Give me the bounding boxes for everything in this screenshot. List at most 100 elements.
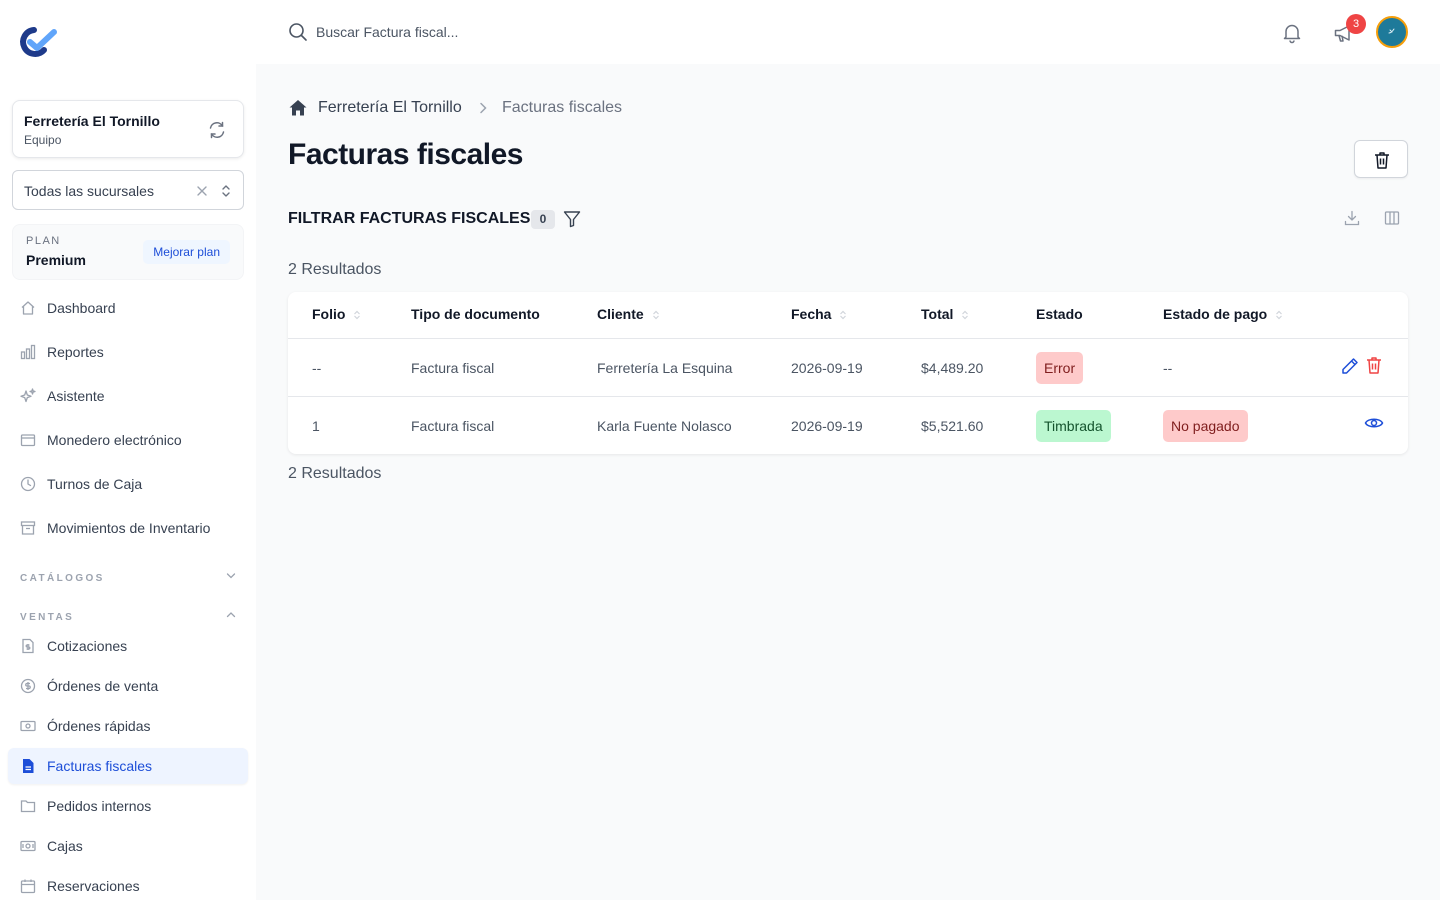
breadcrumb-current: Facturas fiscales	[502, 99, 623, 116]
document-dollar-icon	[22, 638, 34, 654]
page-title: Facturas fiscales	[288, 138, 523, 171]
sidebar-item-label: Reportes	[47, 344, 104, 360]
calendar-icon	[20, 879, 36, 894]
column-header-cliente[interactable]: Cliente	[597, 306, 660, 322]
cell-folio: 1	[312, 418, 320, 434]
section-label: VENTAS	[20, 612, 75, 623]
notification-badge: 3	[1346, 14, 1366, 34]
cell-tipo: Factura fiscal	[411, 360, 495, 376]
invoices-table: Folio Tipo de documento Cliente Fecha To…	[288, 292, 1408, 454]
status-badge: Error	[1036, 352, 1084, 384]
breadcrumb-root[interactable]: Ferretería El Tornillo	[318, 99, 462, 117]
section-catalogos[interactable]: CATÁLOGOS	[20, 568, 242, 584]
sidebar-item-label: Órdenes de venta	[47, 678, 159, 694]
sidebar-item-dashboard[interactable]: Dashboard	[8, 290, 248, 326]
sidebar-item-pedidos-internos[interactable]: Pedidos internos	[8, 788, 248, 824]
cell-estado-pago: --	[1163, 360, 1173, 376]
sidebar-item-label: Pedidos internos	[47, 798, 152, 814]
sidebar-item-reservaciones[interactable]: Reservaciones	[8, 868, 248, 900]
download-icon[interactable]	[1344, 210, 1360, 226]
column-header-folio[interactable]: Folio	[312, 306, 361, 322]
sidebar-item-movimientos-inventario[interactable]: Movimientos de Inventario	[8, 510, 248, 546]
branch-select[interactable]: Todas las sucursales	[12, 170, 244, 210]
sidebar-item-turnos-caja[interactable]: Turnos de Caja	[8, 466, 248, 502]
cell-total: $4,489.20	[921, 360, 984, 376]
sidebar-item-label: Dashboard	[47, 300, 116, 316]
currency-circle-icon	[20, 678, 36, 694]
trash-icon[interactable]	[1364, 355, 1384, 375]
folder-icon	[20, 800, 36, 813]
sidebar-item-ordenes-rapidas[interactable]: Órdenes rápidas	[8, 708, 248, 744]
sidebar-item-ordenes-venta[interactable]: Órdenes de venta	[8, 668, 248, 704]
column-header-estado: Estado	[1036, 306, 1083, 322]
cell-total: $5,521.60	[921, 418, 984, 434]
chevron-up-icon	[226, 612, 236, 618]
refresh-icon[interactable]	[207, 120, 227, 140]
section-label: CATÁLOGOS	[20, 573, 105, 584]
sidebar-item-label: Reservaciones	[47, 878, 140, 894]
clock-icon	[20, 476, 36, 492]
sidebar-item-label: Turnos de Caja	[47, 476, 143, 492]
search-icon	[289, 23, 307, 41]
cash-register-icon	[20, 840, 36, 852]
filter-count-badge: 0	[531, 210, 555, 229]
sidebar-item-monedero[interactable]: Monedero electrónico	[8, 422, 248, 458]
avatar[interactable]	[1376, 16, 1408, 48]
columns-icon[interactable]	[1384, 210, 1400, 226]
branch-select-value: Todas las sucursales	[24, 183, 154, 199]
cell-fecha: 2026-09-19	[791, 418, 863, 434]
search-input[interactable]	[316, 18, 816, 46]
eye-icon[interactable]	[1364, 413, 1384, 433]
trash-icon	[1375, 152, 1389, 169]
cell-tipo: Factura fiscal	[411, 418, 495, 434]
chevron-down-icon	[226, 573, 236, 579]
sort-icon	[840, 310, 847, 320]
column-header-label: Cliente	[597, 306, 644, 322]
sidebar-item-label: Órdenes rápidas	[47, 718, 151, 734]
column-header-fecha[interactable]: Fecha	[791, 306, 847, 322]
filter-title[interactable]: FILTRAR FACTURAS FISCALES	[288, 210, 530, 228]
sidebar-item-facturas-fiscales[interactable]: Facturas fiscales	[8, 748, 248, 784]
results-count-top: 2 Resultados	[288, 261, 382, 278]
cell-cliente: Ferretería La Esquina	[597, 360, 733, 376]
sidebar-item-label: Movimientos de Inventario	[47, 520, 211, 536]
upgrade-plan-button[interactable]: Mejorar plan	[143, 240, 230, 264]
status-badge: Timbrada	[1036, 410, 1111, 442]
home-icon[interactable]	[288, 98, 308, 118]
team-switcher[interactable]: Ferretería El Tornillo Equipo	[12, 100, 244, 158]
divider	[288, 396, 1408, 397]
column-header-total[interactable]: Total	[921, 306, 969, 322]
sort-icon	[1276, 310, 1283, 320]
column-header-tipo: Tipo de documento	[411, 306, 540, 322]
home-icon	[21, 301, 35, 315]
delete-button[interactable]	[1354, 140, 1408, 178]
column-header-label: Folio	[312, 306, 346, 322]
column-header-label: Total	[921, 306, 954, 322]
topbar: 3	[256, 0, 1440, 64]
sidebar-item-cajas[interactable]: Cajas	[8, 828, 248, 864]
sidebar-item-asistente[interactable]: Asistente	[8, 378, 248, 414]
chevron-up-down-icon	[222, 185, 230, 197]
app-logo[interactable]	[18, 26, 58, 58]
sidebar-item-reportes[interactable]: Reportes	[8, 334, 248, 370]
sidebar: Ferretería El Tornillo Equipo Todas las …	[0, 0, 256, 900]
wallet-icon	[20, 434, 36, 447]
archive-icon	[20, 521, 36, 535]
close-icon[interactable]	[195, 184, 209, 198]
results-count-bottom: 2 Resultados	[288, 465, 382, 482]
column-header-label: Estado de pago	[1163, 306, 1268, 322]
banknote-icon	[20, 720, 36, 732]
sparkles-icon	[20, 388, 36, 403]
column-header-estado-pago[interactable]: Estado de pago	[1163, 306, 1283, 322]
pencil-icon[interactable]	[1340, 356, 1360, 376]
team-name: Ferretería El Tornillo	[24, 113, 160, 129]
section-ventas[interactable]: VENTAS	[20, 607, 242, 623]
cell-folio: --	[312, 360, 322, 376]
plan-label: PLAN	[26, 235, 61, 247]
sidebar-item-label: Facturas fiscales	[47, 758, 153, 774]
bell-icon[interactable]	[1280, 21, 1304, 45]
plan-card: PLAN Premium Mejorar plan	[12, 224, 244, 280]
sort-icon	[962, 310, 969, 320]
filter-icon[interactable]	[563, 210, 581, 228]
sidebar-item-cotizaciones[interactable]: Cotizaciones	[8, 628, 248, 664]
